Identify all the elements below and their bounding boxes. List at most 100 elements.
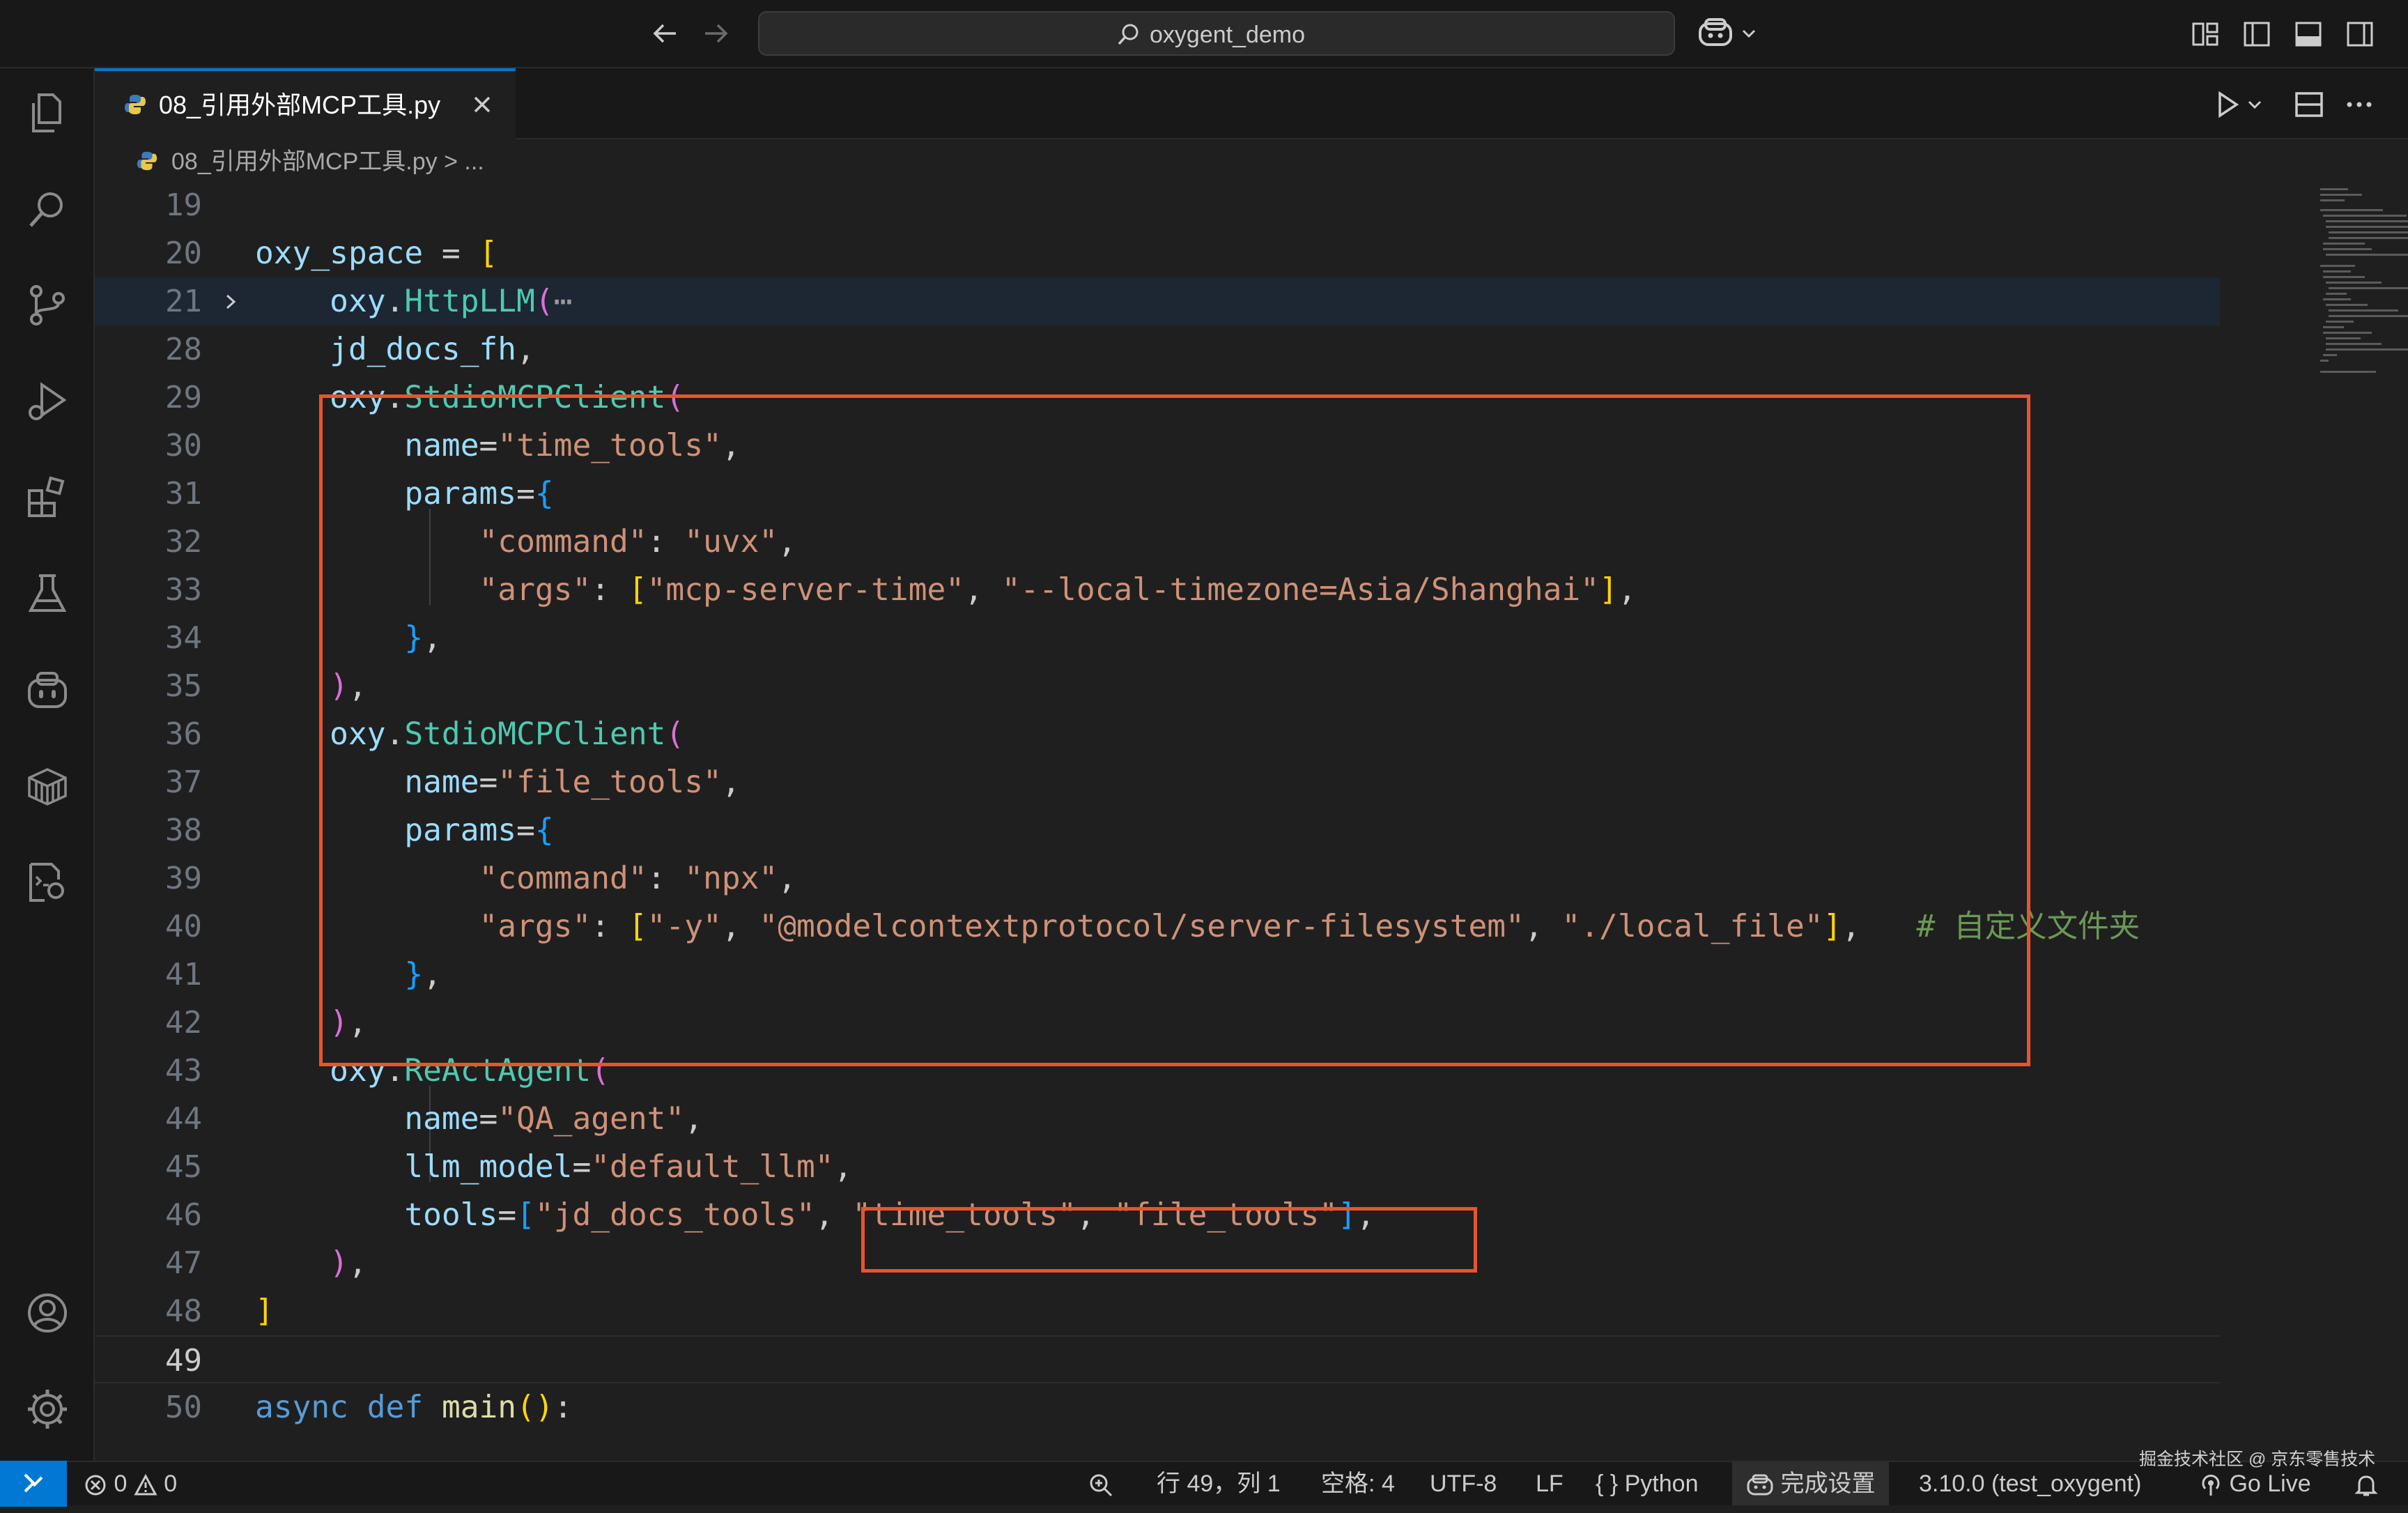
error-icon: [85, 1475, 106, 1496]
error-count: 0: [114, 1470, 128, 1497]
line-number: 35: [165, 668, 202, 704]
line-number: 50: [165, 1390, 202, 1425]
breadcrumb-file[interactable]: 08_引用外部MCP工具.py: [171, 148, 438, 175]
toggle-panel-icon[interactable]: [2294, 20, 2323, 49]
copilot-chat-icon[interactable]: [24, 666, 71, 714]
line-number: 37: [165, 765, 202, 800]
title-bar: oxygent_demo: [0, 0, 2408, 68]
braces-icon: { }: [1596, 1470, 1619, 1497]
code-line: 44 name="QA_agent",: [95, 1095, 2220, 1143]
settings-gear-icon[interactable]: [24, 1385, 71, 1433]
line-number: 47: [165, 1245, 202, 1281]
code-line: 50 async def main():: [95, 1383, 2220, 1431]
extensions-icon[interactable]: [24, 474, 71, 521]
editor-tab-bar: 08_引用外部MCP工具.py: [95, 68, 2408, 139]
line-number: 42: [165, 1005, 202, 1040]
line-number: 38: [165, 813, 202, 848]
back-arrow-icon[interactable]: [648, 17, 681, 50]
account-icon[interactable]: [24, 1289, 71, 1337]
finish-setup-button[interactable]: 完成设置: [1732, 1462, 1890, 1505]
line-number: 32: [165, 524, 202, 560]
line-number: 33: [165, 572, 202, 608]
broadcast-icon: [2202, 1475, 2220, 1496]
breadcrumb-path[interactable]: 08_引用外部MCP工具.py > ...: [171, 148, 484, 176]
mcp-clients-highlight-box: [319, 394, 2030, 1066]
split-editor-icon[interactable]: [2292, 88, 2326, 121]
line-number: 44: [165, 1101, 202, 1137]
watermark-text: 掘金技术社区 @ 京东零售技术: [2139, 1450, 2376, 1469]
line-number: 20: [165, 236, 202, 271]
indentation-setting[interactable]: 空格: 4: [1321, 1462, 1395, 1505]
command-center-label: oxygent_demo: [1150, 22, 1306, 48]
line-number: 21: [165, 284, 202, 319]
status-bar: 0 0 行 49，列 1 空格: 4 UTF-8 LF { } Python 完…: [0, 1461, 2408, 1507]
code-editor[interactable]: 19 20 oxy_space = [ 21 oxy.HttpLLM(⋯ 28 …: [95, 184, 2408, 1461]
run-debug-icon[interactable]: [24, 378, 71, 425]
zoom-icon: [1090, 1474, 1113, 1497]
line-number: 19: [165, 187, 202, 223]
python-interpreter[interactable]: 3.10.0 (test_oxygent): [1919, 1462, 2141, 1505]
language-label: Python: [1624, 1470, 1699, 1497]
remote-indicator-button[interactable]: [0, 1461, 67, 1507]
remote-icon: [24, 1473, 43, 1493]
explorer-icon[interactable]: [24, 89, 71, 137]
copilot-menu-button[interactable]: [1697, 14, 1774, 53]
current-cursor-line: 49: [95, 1335, 2220, 1383]
code-line: 19: [95, 184, 2220, 229]
toggle-primary-sidebar-icon[interactable]: [2242, 20, 2271, 49]
line-number: 30: [165, 428, 202, 463]
code-line: 20 oxy_space = [: [95, 229, 2220, 277]
customize-layout-icon[interactable]: [2191, 20, 2220, 49]
testing-icon[interactable]: [24, 570, 71, 617]
line-number: 36: [165, 716, 202, 752]
line-number: 39: [165, 861, 202, 896]
breadcrumb-more[interactable]: ...: [464, 148, 484, 175]
line-number: 34: [165, 620, 202, 656]
line-number: 28: [165, 332, 202, 367]
tools-highlight-box: [861, 1207, 1477, 1273]
go-live-label: Go Live: [2229, 1470, 2311, 1497]
minimap[interactable]: [2313, 184, 2408, 1461]
code-line: 48 ]: [95, 1287, 2220, 1335]
cursor-position[interactable]: 行 49，列 1: [1157, 1462, 1281, 1505]
encoding-setting[interactable]: UTF-8: [1430, 1462, 1497, 1505]
python-file-icon: [137, 151, 157, 171]
containers-icon[interactable]: [24, 762, 71, 810]
search-icon[interactable]: [24, 185, 71, 233]
forward-arrow-icon[interactable]: [700, 17, 733, 50]
line-number: 49: [165, 1343, 202, 1378]
code-line: 28 jd_docs_fh,: [95, 325, 2220, 374]
code-line: 21 oxy.HttpLLM(⋯: [95, 277, 2220, 325]
source-control-icon[interactable]: [24, 282, 71, 329]
warning-count: 0: [164, 1470, 178, 1497]
line-number: 48: [165, 1293, 202, 1329]
breadcrumb-separator: >: [444, 148, 458, 175]
folded-ellipsis[interactable]: ⋯: [554, 284, 573, 319]
line-number: 29: [165, 380, 202, 415]
copilot-icon: [1699, 18, 1756, 46]
line-number: 43: [165, 1053, 202, 1089]
breadcrumb: 08_引用外部MCP工具.py > ...: [95, 139, 2408, 184]
tab-label: 08_引用外部MCP工具.py: [159, 91, 441, 119]
remote-tools-icon[interactable]: [24, 859, 71, 906]
run-python-file-icon[interactable]: [2213, 88, 2269, 121]
setup-label: 完成设置: [1780, 1470, 1876, 1497]
zoom-indicator[interactable]: [1087, 1462, 1115, 1505]
bell-icon: [2354, 1475, 2378, 1496]
command-center-search[interactable]: oxygent_demo: [758, 11, 1675, 56]
python-file-icon: [125, 95, 146, 114]
search-icon: [1118, 24, 1139, 45]
line-number: 45: [165, 1149, 202, 1185]
problems-indicator[interactable]: 0 0: [84, 1462, 177, 1505]
language-mode[interactable]: { } Python: [1596, 1462, 1698, 1505]
close-icon[interactable]: [468, 91, 496, 118]
line-number: 46: [165, 1197, 202, 1233]
tab-08-mcp-file[interactable]: 08_引用外部MCP工具.py: [95, 68, 516, 139]
warning-icon: [134, 1473, 157, 1496]
copilot-icon: [1747, 1474, 1773, 1496]
activity-bar: [0, 68, 95, 1461]
fold-chevron-right-icon[interactable]: [220, 291, 241, 312]
eol-setting[interactable]: LF: [1536, 1462, 1564, 1505]
toggle-secondary-sidebar-icon[interactable]: [2345, 20, 2375, 49]
more-actions-icon[interactable]: [2343, 88, 2376, 121]
